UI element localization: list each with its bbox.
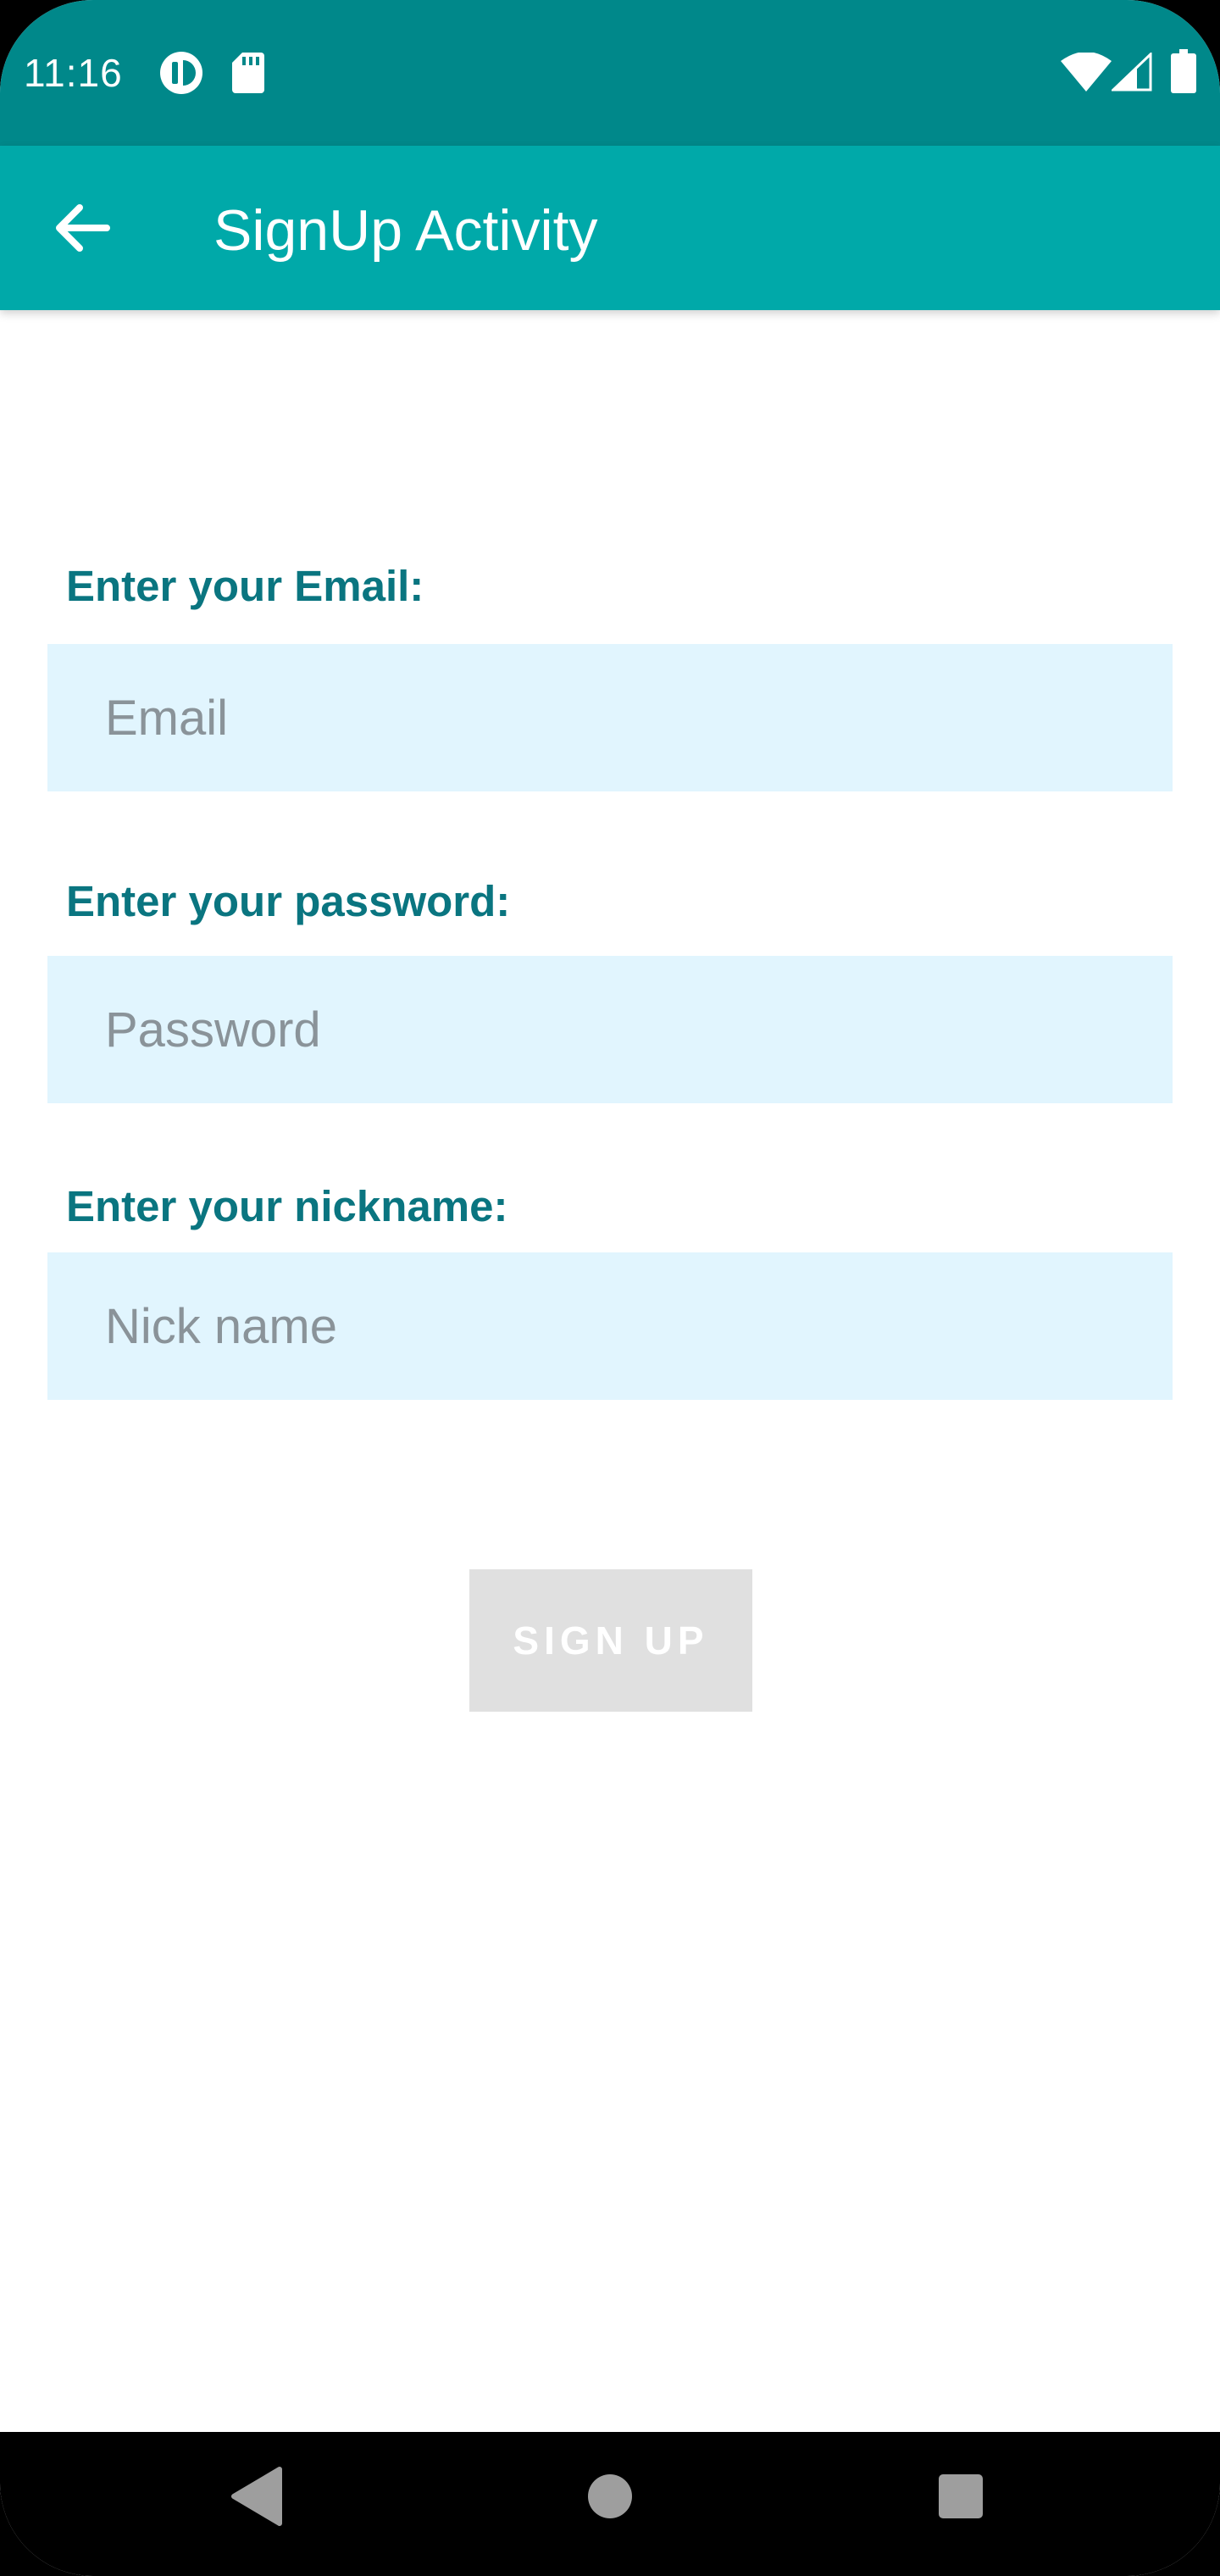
cell-signal-icon <box>1112 53 1152 92</box>
password-field-box[interactable] <box>47 956 1173 1103</box>
password-label: Enter your password: <box>66 877 511 925</box>
email-field[interactable] <box>47 644 1173 791</box>
nav-back-icon[interactable] <box>229 2464 285 2529</box>
nickname-label: Enter your nickname: <box>66 1182 508 1230</box>
email-label: Enter your Email: <box>66 562 424 610</box>
app-bar: SignUp Activity <box>0 146 1220 310</box>
arrow-back-icon[interactable] <box>34 180 129 275</box>
nav-recents-icon[interactable] <box>937 2473 984 2520</box>
battery-icon <box>1171 49 1196 93</box>
nav-home-icon[interactable] <box>586 2473 634 2520</box>
email-field-box[interactable] <box>47 644 1173 791</box>
status-bar: 11:16 <box>0 0 1220 146</box>
nickname-field-box[interactable] <box>47 1252 1173 1400</box>
page-title: SignUp Activity <box>214 198 598 263</box>
wifi-icon <box>1061 53 1112 92</box>
sd-card-icon <box>232 53 264 93</box>
signup-screen: 11:16 SignUp Activity Enter your Email: … <box>0 0 1220 2576</box>
nickname-field[interactable] <box>47 1252 1173 1400</box>
status-time: 11:16 <box>24 51 123 95</box>
navigation-bar <box>0 2432 1220 2576</box>
signup-button[interactable]: SIGN UP <box>469 1569 752 1712</box>
data-saver-icon <box>160 52 202 94</box>
password-field[interactable] <box>47 956 1173 1103</box>
